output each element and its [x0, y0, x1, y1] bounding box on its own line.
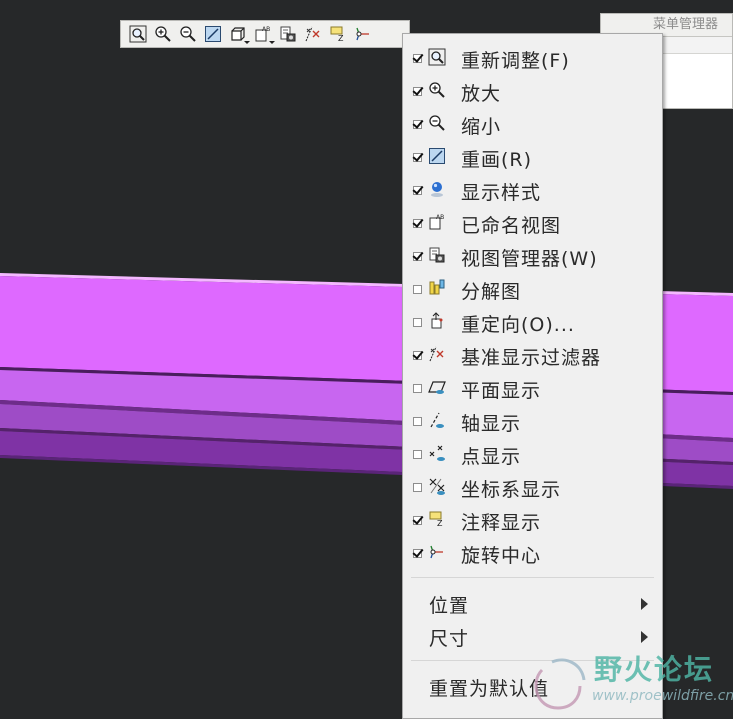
datum-filter-icon [428, 345, 448, 365]
zoom-in-button[interactable] [151, 23, 175, 45]
menu-item-checkbox[interactable] [413, 153, 422, 162]
spin-center-icon [356, 27, 369, 41]
menu-item-zoom-in[interactable]: 放大 [403, 75, 662, 108]
spin-center-button[interactable] [351, 23, 375, 45]
menu-item-checkbox[interactable] [413, 120, 422, 129]
svg-text:AB: AB [436, 214, 444, 221]
watermark: 野火论坛 www.proewildfire.cn [522, 642, 733, 719]
menu-item-label: 平面显示 [461, 380, 542, 402]
menu-item-checkbox[interactable] [413, 351, 422, 360]
svg-text:Z: Z [338, 34, 344, 43]
refit-icon [129, 25, 147, 43]
zoom-in-icon [155, 26, 171, 42]
menu-item-label: 旋转中心 [461, 545, 542, 567]
menu-item-checkbox[interactable] [413, 450, 422, 459]
menu-item-spin-center[interactable]: 旋转中心 [403, 537, 662, 570]
zoom-out-button[interactable] [176, 23, 200, 45]
watermark-name: 野火论坛 [594, 653, 715, 686]
csys-display-icon [428, 477, 448, 497]
datum-filter-button[interactable] [301, 23, 325, 45]
note-display-button[interactable]: Z [326, 23, 350, 45]
menu-item-label: 分解图 [461, 281, 522, 303]
menu-item-refit[interactable]: 重新调整(F) [403, 42, 662, 75]
view-context-menu: 重新调整(F) 放大缩小重画(R) 显示样式 AB 已命名视图视图管理器(W) 分解图重定… [402, 33, 663, 719]
watermark-url: www.proewildfire.cn [592, 688, 733, 704]
menu-item-label: 视图管理器(W) [461, 248, 598, 270]
refit-button[interactable] [126, 23, 150, 45]
zoom-out-icon [180, 26, 196, 42]
submenu-label: 尺寸 [429, 628, 470, 650]
reorient-icon [428, 312, 448, 332]
view-manager-button[interactable] [276, 23, 300, 45]
menu-item-display-style[interactable]: 显示样式 [403, 174, 662, 207]
point-display-icon [428, 444, 448, 464]
plane-display-icon [428, 378, 448, 398]
repaint-button[interactable] [201, 23, 225, 45]
submenu-arrow-icon [641, 598, 648, 610]
display-style-button[interactable] [226, 23, 250, 45]
menu-item-checkbox[interactable] [413, 219, 422, 228]
menu-item-explode-view[interactable]: 分解图 [403, 273, 662, 306]
menu-item-label: 重画(R) [461, 149, 533, 171]
menu-item-label: 重新调整(F) [461, 50, 570, 72]
named-view-button[interactable]: AB [251, 23, 275, 45]
menu-item-checkbox[interactable] [413, 318, 422, 327]
zoom-out-icon [428, 114, 448, 134]
menu-item-datum-filter[interactable]: 基准显示过滤器 [403, 339, 662, 372]
menu-item-reorient[interactable]: 重定向(O)... [403, 306, 662, 339]
repaint-icon [428, 147, 448, 167]
menu-item-checkbox[interactable] [413, 483, 422, 492]
menu-item-checkbox[interactable] [413, 87, 422, 96]
menu-item-checkbox[interactable] [413, 54, 422, 63]
menu-item-checkbox[interactable] [413, 252, 422, 261]
menu-item-label: 注释显示 [461, 512, 542, 534]
named-view-icon: AB [428, 213, 448, 233]
submenu-label: 位置 [429, 595, 470, 617]
menu-item-checkbox[interactable] [413, 186, 422, 195]
watermark-logo-icon [534, 658, 586, 710]
menu-item-label: 缩小 [461, 116, 502, 138]
menu-item-point-display[interactable]: 点显示 [403, 438, 662, 471]
svg-text:Z: Z [437, 519, 443, 528]
menu-item-plane-display[interactable]: 平面显示 [403, 372, 662, 405]
menu-item-checkbox[interactable] [413, 417, 422, 426]
axis-display-icon [428, 411, 448, 431]
view-manager-icon [280, 26, 296, 42]
explode-view-icon [428, 279, 448, 299]
menu-item-checkbox[interactable] [413, 549, 422, 558]
datum-filter-icon [305, 26, 320, 42]
view-toolbar: AB Z [120, 20, 410, 48]
menu-item-csys-display[interactable]: 坐标系显示 [403, 471, 662, 504]
spin-center-icon [428, 543, 448, 563]
menu-item-zoom-out[interactable]: 缩小 [403, 108, 662, 141]
svg-text:AB: AB [262, 26, 270, 33]
zoom-in-icon [428, 81, 448, 101]
menu-item-repaint[interactable]: 重画(R) [403, 141, 662, 174]
menu-item-view-manager[interactable]: 视图管理器(W) [403, 240, 662, 273]
note-display-icon: Z [428, 510, 448, 530]
menu-item-named-view[interactable]: AB 已命名视图 [403, 207, 662, 240]
repaint-icon [205, 26, 221, 42]
menu-item-label: 点显示 [461, 446, 522, 468]
menu-item-label: 显示样式 [461, 182, 542, 204]
menu-item-label: 基准显示过滤器 [461, 347, 602, 369]
menu-item-label: 重定向(O)... [461, 314, 575, 336]
menu-item-checkbox[interactable] [413, 285, 422, 294]
menu-item-label: 坐标系显示 [461, 479, 562, 501]
menu-item-checkbox[interactable] [413, 384, 422, 393]
display-style-icon [428, 180, 448, 200]
menu-separator [411, 577, 654, 578]
view-manager-icon [428, 246, 448, 266]
submenu-position[interactable]: 位置 [403, 586, 662, 619]
note-display-icon: Z [330, 26, 344, 43]
menu-item-checkbox[interactable] [413, 516, 422, 525]
menu-item-label: 已命名视图 [461, 215, 562, 237]
menu-item-label: 放大 [461, 83, 502, 105]
menu-item-note-display[interactable]: Z 注释显示 [403, 504, 662, 537]
menu-item-axis-display[interactable]: 轴显示 [403, 405, 662, 438]
refit-icon [428, 48, 448, 68]
menu-item-label: 轴显示 [461, 413, 522, 435]
